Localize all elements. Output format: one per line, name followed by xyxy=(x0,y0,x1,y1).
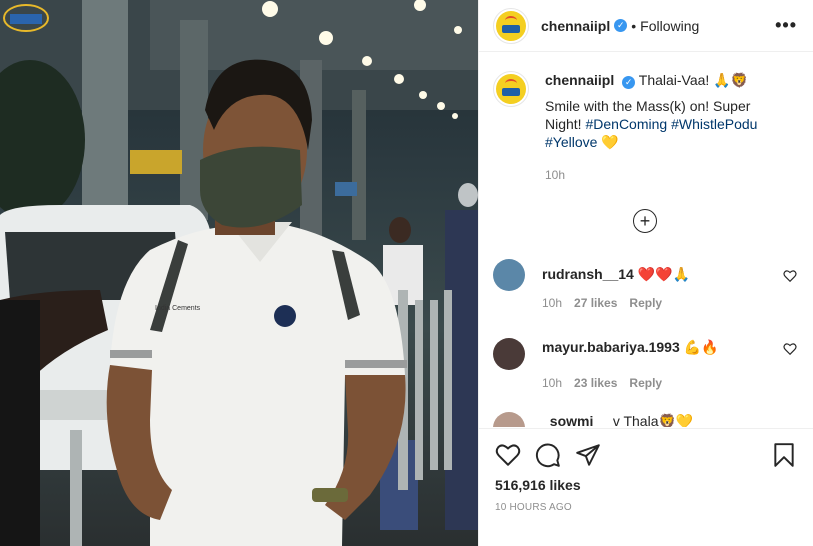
caption-avatar[interactable] xyxy=(493,71,529,107)
likes-count[interactable]: 516,916 likes xyxy=(495,477,797,493)
caption-time[interactable]: 10h xyxy=(545,166,797,184)
comment-text: ❤️❤️🙏 xyxy=(637,266,691,282)
comment-avatar[interactable] xyxy=(493,259,525,291)
more-options-icon[interactable]: ••• xyxy=(775,15,797,36)
comment-likes[interactable]: 27 likes xyxy=(574,296,617,310)
comment-time[interactable]: 10h xyxy=(542,376,562,390)
load-more-comments-button[interactable]: + xyxy=(633,209,657,233)
comment-username[interactable]: mayur.babariya.1993 xyxy=(542,339,680,355)
paper-plane-icon[interactable] xyxy=(575,442,601,468)
post-timestamp[interactable]: 10 HOURS AGO xyxy=(495,502,797,513)
heart-icon[interactable] xyxy=(495,442,521,468)
hashtag-link[interactable]: #Yellove xyxy=(545,134,597,150)
header-username[interactable]: chennaiipl xyxy=(541,18,610,34)
like-comment-heart-icon[interactable] xyxy=(783,342,797,356)
following-button[interactable]: Following xyxy=(640,18,699,34)
post-sidebar: chennaiipl ✓ • Following ••• chennaiipl … xyxy=(478,0,813,546)
verified-badge-icon: ✓ xyxy=(622,76,636,89)
comment-time[interactable]: 10h xyxy=(542,296,562,310)
action-icons xyxy=(495,429,797,479)
reply-button[interactable]: Reply xyxy=(629,376,662,390)
verified-badge-icon: ✓ xyxy=(614,19,628,32)
caption-emoji: 💛 xyxy=(601,134,619,150)
photo-scene: India Cements xyxy=(0,0,478,546)
comment-text: v Thala🦁💛 xyxy=(612,413,694,427)
caption-first-line: Thalai-Vaa! 🙏🦁 xyxy=(638,72,749,88)
caption-text: Smile with the Mass(k) on! Super Night! … xyxy=(545,97,773,151)
reply-button[interactable]: Reply xyxy=(629,296,662,310)
team-logo-watermark xyxy=(3,4,49,32)
profile-avatar[interactable] xyxy=(493,7,529,44)
hashtag-link[interactable]: #DenComing xyxy=(585,116,667,132)
team-logo-icon xyxy=(496,10,526,41)
svg-text:India Cements: India Cements xyxy=(155,305,201,312)
comment-meta: 10h 23 likes Reply xyxy=(542,376,797,390)
post-caption: chennaiipl ✓ Thalai-Vaa! 🙏🦁 Smile with t… xyxy=(493,71,797,184)
comment-avatar[interactable] xyxy=(493,338,525,370)
post-photo[interactable]: India Cements xyxy=(0,0,478,546)
comment-item: rudransh__14 ❤️❤️🙏 10h 27 likes Reply xyxy=(493,259,797,310)
comment-likes[interactable]: 23 likes xyxy=(574,376,617,390)
team-logo-icon xyxy=(496,74,526,104)
comment-avatar[interactable] xyxy=(493,412,525,427)
comment-text: 💪🔥 xyxy=(683,339,719,355)
comment-item: _sowmi__ v Thala🦁💛 xyxy=(493,412,797,427)
plus-circle-icon: + xyxy=(639,211,651,231)
comment-meta: 10h 27 likes Reply xyxy=(542,296,797,310)
like-comment-heart-icon[interactable] xyxy=(783,269,797,283)
comment-item: mayur.babariya.1993 💪🔥 10h 23 likes Repl… xyxy=(493,338,797,390)
post-actions: 516,916 likes 10 HOURS AGO xyxy=(479,428,813,546)
separator-dot: • xyxy=(631,17,637,34)
comment-icon[interactable] xyxy=(535,442,561,468)
post-header: chennaiipl ✓ • Following ••• xyxy=(479,0,813,52)
caption-username[interactable]: chennaiipl xyxy=(545,72,614,88)
comments-section[interactable]: chennaiipl ✓ Thalai-Vaa! 🙏🦁 Smile with t… xyxy=(479,53,813,427)
bookmark-icon[interactable] xyxy=(771,442,797,468)
comment-username[interactable]: _sowmi__ xyxy=(542,413,609,427)
hashtag-link[interactable]: #WhistlePodu xyxy=(671,116,757,132)
comment-username[interactable]: rudransh__14 xyxy=(542,266,634,282)
